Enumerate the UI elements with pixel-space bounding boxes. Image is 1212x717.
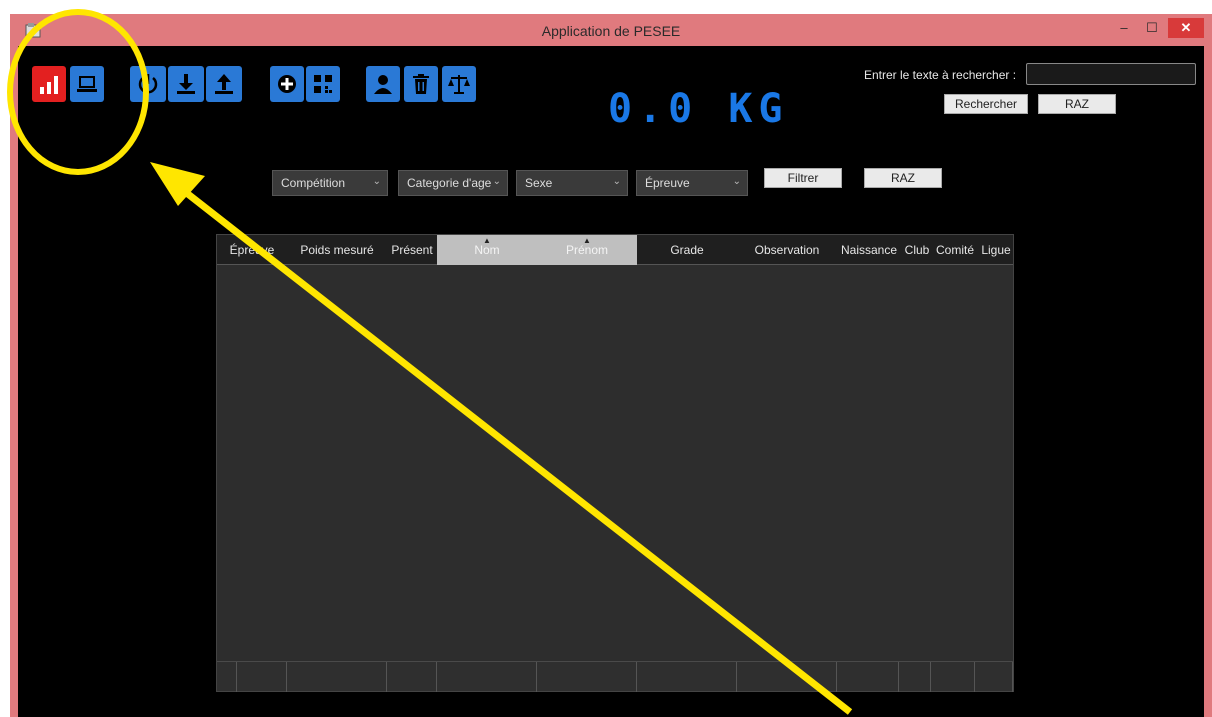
- age-category-select[interactable]: Categorie d'age ⌄: [398, 170, 508, 196]
- column-header-label: Prénom: [565, 243, 609, 257]
- title-bar[interactable]: Application de PESEE – ☐ ✕: [10, 14, 1212, 46]
- chevron-down-icon: ⌄: [492, 176, 501, 187]
- chevron-down-icon: ⌄: [612, 176, 621, 187]
- main-panel: 0.0 KG Entrer le texte à rechercher : Re…: [18, 46, 1204, 717]
- column-header[interactable]: Comité: [933, 235, 977, 265]
- minimize-button[interactable]: –: [1112, 18, 1136, 38]
- stats-button[interactable]: [32, 66, 66, 102]
- stats-icon: [40, 76, 58, 94]
- user-icon: [374, 75, 392, 94]
- sort-ascending-icon: ▲: [583, 236, 591, 245]
- add-icon: [278, 75, 296, 93]
- sex-select-value: Sexe: [525, 176, 553, 190]
- column-header-sorted[interactable]: ▲ Nom: [437, 235, 537, 265]
- column-header[interactable]: Observation: [737, 235, 837, 265]
- weight-display: 0.0 KG: [608, 86, 789, 132]
- column-header[interactable]: Poids mesuré: [287, 235, 387, 265]
- maximize-button[interactable]: ☐: [1140, 18, 1164, 38]
- trash-icon: [413, 74, 429, 94]
- scale-button[interactable]: [442, 66, 476, 102]
- sort-ascending-icon: ▲: [483, 236, 491, 245]
- column-header[interactable]: Club: [901, 235, 933, 265]
- filter-reset-button[interactable]: RAZ: [864, 168, 942, 188]
- event-select-value: Épreuve: [645, 176, 690, 190]
- footer-cell: [537, 662, 637, 692]
- filter-button[interactable]: Filtrer: [764, 168, 842, 188]
- screenshot: Application de PESEE – ☐ ✕ 0.0 KG Entrer…: [0, 0, 1212, 717]
- trash-button[interactable]: [404, 66, 438, 102]
- footer-cell: [975, 662, 1013, 692]
- chevron-down-icon: ⌄: [732, 176, 741, 187]
- footer-cell: [737, 662, 837, 692]
- sex-select[interactable]: Sexe ⌄: [516, 170, 628, 196]
- column-header[interactable]: Grade: [637, 235, 737, 265]
- qrcode-button[interactable]: [306, 66, 340, 102]
- column-header[interactable]: Épreuve: [217, 235, 287, 265]
- competition-select-value: Compétition: [281, 176, 346, 190]
- user-button[interactable]: [366, 66, 400, 102]
- footer-cell: [237, 662, 287, 692]
- participants-table[interactable]: Épreuve Poids mesuré Présent ▲ Nom ▲ Pré…: [216, 234, 1014, 692]
- add-button[interactable]: [270, 66, 304, 102]
- footer-cell: [287, 662, 387, 692]
- age-category-select-value: Categorie d'age: [407, 176, 492, 190]
- laptop-button[interactable]: [70, 66, 104, 102]
- chevron-down-icon: ⌄: [372, 176, 381, 187]
- search-label: Entrer le texte à rechercher :: [864, 68, 1017, 82]
- table-header: Épreuve Poids mesuré Présent ▲ Nom ▲ Pré…: [217, 235, 1013, 265]
- column-header[interactable]: Présent: [387, 235, 437, 265]
- upload-icon: [215, 74, 233, 94]
- column-header-sorted[interactable]: ▲ Prénom: [537, 235, 637, 265]
- footer-cell: [387, 662, 437, 692]
- footer-cell: [931, 662, 975, 692]
- column-header[interactable]: Ligue: [977, 235, 1015, 265]
- footer-cell: [637, 662, 737, 692]
- table-footer: [217, 661, 1013, 692]
- search-input[interactable]: [1026, 63, 1196, 85]
- laptop-icon: [77, 76, 97, 92]
- event-select[interactable]: Épreuve ⌄: [636, 170, 748, 196]
- footer-cell: [217, 662, 237, 692]
- download-button[interactable]: [168, 66, 204, 102]
- footer-cell: [837, 662, 899, 692]
- upload-button[interactable]: [206, 66, 242, 102]
- power-button[interactable]: [130, 66, 166, 102]
- close-button[interactable]: ✕: [1168, 18, 1204, 38]
- search-button[interactable]: Rechercher: [944, 94, 1028, 114]
- footer-cell: [437, 662, 537, 692]
- qrcode-icon: [314, 75, 332, 93]
- column-header-label: Nom: [474, 243, 500, 257]
- window-title: Application de PESEE: [541, 23, 681, 39]
- column-header[interactable]: Naissance: [837, 235, 901, 265]
- download-icon: [177, 74, 195, 94]
- power-icon: [138, 74, 158, 94]
- app-window: Application de PESEE – ☐ ✕ 0.0 KG Entrer…: [10, 14, 1212, 717]
- scale-icon: [448, 75, 470, 94]
- search-reset-button[interactable]: RAZ: [1038, 94, 1116, 114]
- footer-cell: [899, 662, 931, 692]
- competition-select[interactable]: Compétition ⌄: [272, 170, 388, 196]
